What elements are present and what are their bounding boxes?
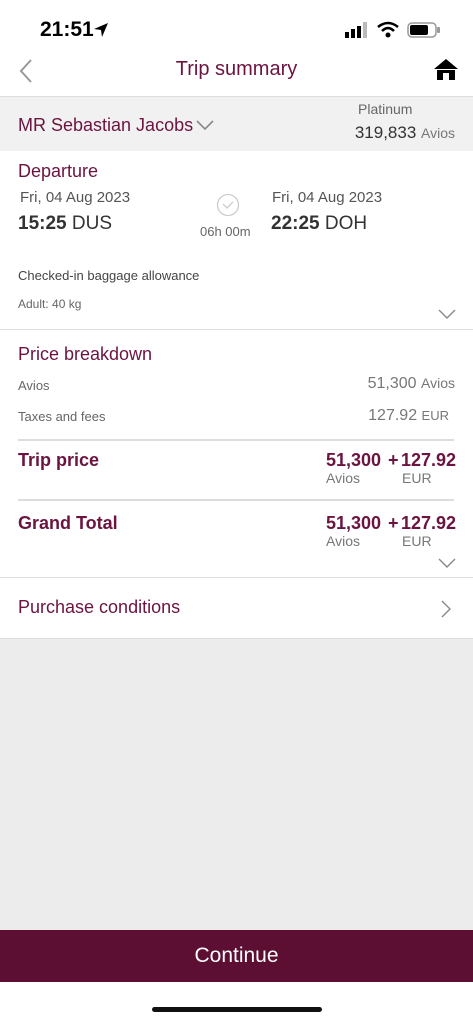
bottom-safe-area bbox=[0, 982, 473, 1024]
divider bbox=[18, 499, 454, 501]
origin-time: 15:25 bbox=[18, 213, 67, 234]
avios-amount: 51,300 Avios bbox=[368, 375, 455, 393]
trip-avios-unit: Avios bbox=[326, 470, 360, 486]
home-indicator[interactable] bbox=[152, 1007, 322, 1012]
dest-time: 22:25 bbox=[271, 213, 320, 234]
baggage-value: Adult: 40 kg bbox=[18, 297, 82, 311]
grand-eur-value: 127.92 bbox=[401, 513, 457, 533]
price-breakdown-section: Price breakdown Avios 51,300 Avios Taxes… bbox=[0, 330, 473, 578]
trip-plus: + bbox=[388, 450, 399, 470]
taxes-label: Taxes and fees bbox=[18, 409, 106, 424]
purchase-conditions-row[interactable]: Purchase conditions bbox=[0, 578, 473, 639]
avios-value: 51,300 bbox=[367, 375, 417, 392]
price-heading: Price breakdown bbox=[18, 344, 153, 364]
taxes-amount: 127.92 EUR bbox=[368, 407, 449, 425]
grand-total-label: Grand Total bbox=[18, 513, 118, 533]
chevron-right-icon bbox=[441, 600, 451, 618]
expand-chevron-icon[interactable] bbox=[438, 558, 456, 569]
trip-avios-value: 51,300 bbox=[326, 450, 382, 470]
continue-button[interactable]: Continue bbox=[0, 930, 473, 982]
passenger-selector[interactable]: MR Sebastian Jacobs Platinum 319,833 Avi… bbox=[0, 96, 473, 152]
avios-label: Avios bbox=[18, 378, 50, 393]
departure-section[interactable]: Departure Fri, 04 Aug 2023 15:25 DUS 06h… bbox=[0, 151, 473, 330]
trip-eur-unit: EUR bbox=[402, 470, 432, 486]
baggage-label: Checked-in baggage allowance bbox=[18, 268, 200, 283]
tier-label: Platinum bbox=[358, 101, 413, 117]
chevron-down-icon bbox=[196, 120, 214, 131]
grand-eur-unit: EUR bbox=[402, 533, 432, 549]
grand-plus: + bbox=[388, 513, 399, 533]
wifi-icon bbox=[377, 21, 399, 38]
expand-chevron-icon[interactable] bbox=[438, 309, 456, 320]
home-icon[interactable] bbox=[433, 58, 459, 82]
avios-balance-value: 319,833 bbox=[354, 123, 417, 142]
divider bbox=[18, 439, 454, 441]
departure-heading: Departure bbox=[18, 161, 99, 181]
origin-date: Fri, 04 Aug 2023 bbox=[20, 189, 131, 206]
taxes-value: 127.92 bbox=[368, 407, 418, 424]
duration-clock-icon bbox=[216, 193, 240, 217]
taxes-unit: EUR bbox=[421, 408, 449, 423]
signal-icon bbox=[345, 22, 367, 38]
grand-avios-unit: Avios bbox=[326, 533, 360, 549]
dest-code: DOH bbox=[324, 213, 368, 234]
trip-eur-value: 127.92 bbox=[401, 450, 457, 470]
origin-code: DUS bbox=[71, 213, 113, 234]
flight-duration: 06h 00m bbox=[200, 224, 251, 239]
nav-header: Trip summary bbox=[0, 48, 473, 96]
avios-balance: 319,833 Avios bbox=[355, 123, 455, 143]
origin-time-code: 15:25 DUS bbox=[18, 213, 112, 235]
location-arrow-icon bbox=[94, 23, 108, 37]
purchase-conditions-label: Purchase conditions bbox=[18, 597, 181, 617]
passenger-name: MR Sebastian Jacobs bbox=[18, 115, 194, 135]
avios-unit: Avios bbox=[421, 375, 455, 391]
page-title: Trip summary bbox=[175, 58, 298, 80]
status-time: 21:51 bbox=[40, 18, 94, 41]
dest-time-code: 22:25 DOH bbox=[271, 213, 367, 235]
avios-balance-unit: Avios bbox=[421, 125, 455, 141]
status-bar: 21:51 bbox=[0, 0, 473, 48]
trip-price-label: Trip price bbox=[18, 450, 100, 470]
dest-date: Fri, 04 Aug 2023 bbox=[272, 189, 383, 206]
battery-icon bbox=[407, 22, 440, 38]
grand-avios-value: 51,300 bbox=[326, 513, 382, 533]
